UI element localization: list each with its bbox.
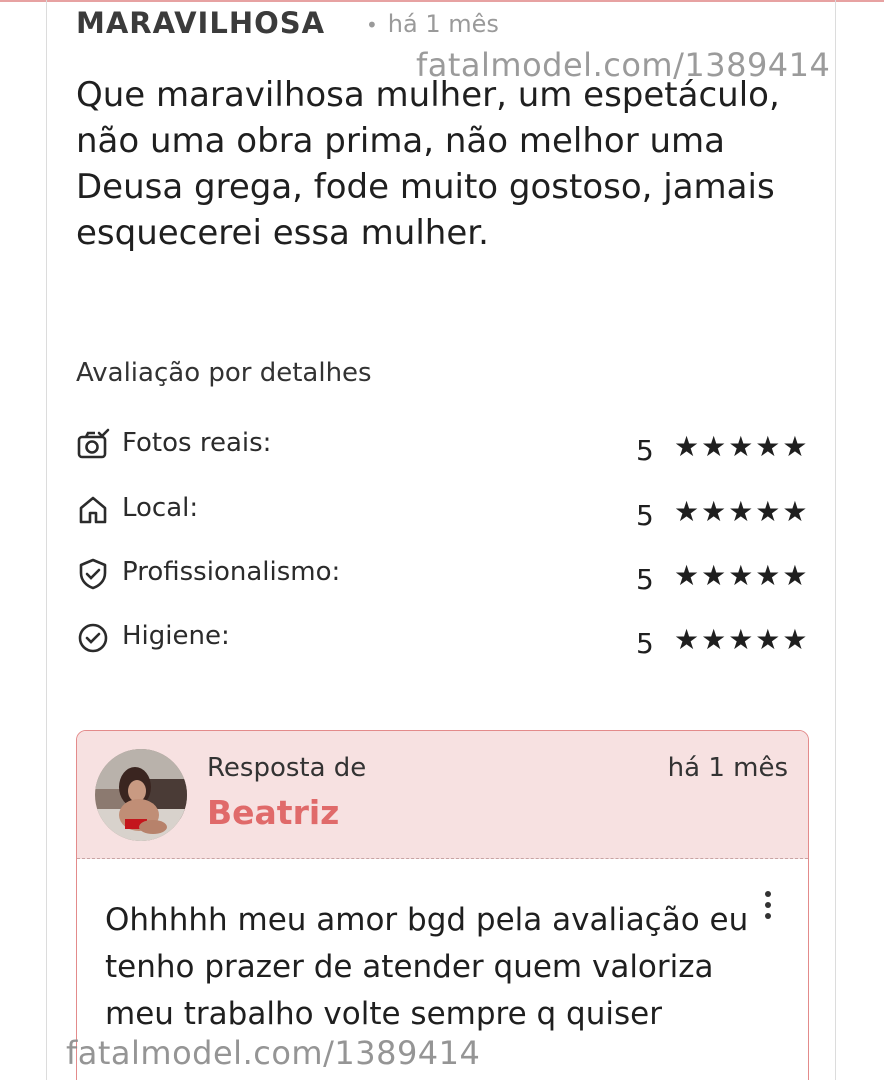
rating-row-local: Local: 5 ★★★★★ <box>76 489 811 532</box>
rating-score: 5 <box>636 627 654 660</box>
dot-separator: • <box>366 13 378 37</box>
rating-stars: ★★★★★ <box>674 495 810 528</box>
review-body: Que maravilhosa mulher, um espetáculo, n… <box>76 75 780 253</box>
rating-score: 5 <box>636 434 654 467</box>
reply-time: há 1 mês <box>667 753 788 783</box>
watermark-bottom: fatalmodel.com/1389414 <box>66 1034 481 1072</box>
reply-header: Resposta de Beatriz há 1 mês <box>77 731 808 859</box>
reply-body: Ohhhhh meu amor bgd pela avaliação eu te… <box>105 902 749 1032</box>
reply-from-label: Resposta de <box>207 753 367 783</box>
more-options-icon[interactable] <box>764 891 772 923</box>
rating-stars: ★★★★★ <box>674 559 810 592</box>
shield-check-icon <box>76 557 110 591</box>
details-heading: Avaliação por detalhes <box>76 358 372 388</box>
rating-score: 5 <box>636 563 654 596</box>
rating-label: Profissionalismo: <box>122 557 341 587</box>
rating-row-fotos-reais: Fotos reais: 5 ★★★★★ <box>76 424 811 467</box>
rating-label: Local: <box>122 493 199 523</box>
circle-check-icon <box>76 621 110 655</box>
review-time-text: há 1 mês <box>387 10 499 38</box>
watermark-top: fatalmodel.com/1389414 <box>416 46 831 84</box>
rating-score: 5 <box>636 499 654 532</box>
avatar[interactable] <box>95 749 187 841</box>
rating-stars: ★★★★★ <box>674 623 810 656</box>
rating-label: Fotos reais: <box>122 428 272 458</box>
reply-box: Resposta de Beatriz há 1 mês Ohhhhh meu … <box>76 730 809 1080</box>
rating-row-higiene: Higiene: 5 ★★★★★ <box>76 617 811 660</box>
house-icon <box>76 493 110 527</box>
review-time: • há 1 mês <box>366 10 499 38</box>
camera-check-icon <box>76 428 110 462</box>
review-page: MARAVILHOSA • há 1 mês Que maravilhosa mu… <box>0 0 884 1080</box>
rating-row-profissionalismo: Profissionalismo: 5 ★★★★★ <box>76 553 811 596</box>
rating-stars: ★★★★★ <box>674 430 810 463</box>
rating-label: Higiene: <box>122 621 230 651</box>
review-title: MARAVILHOSA <box>76 6 326 40</box>
reply-author-name[interactable]: Beatriz <box>207 793 339 832</box>
